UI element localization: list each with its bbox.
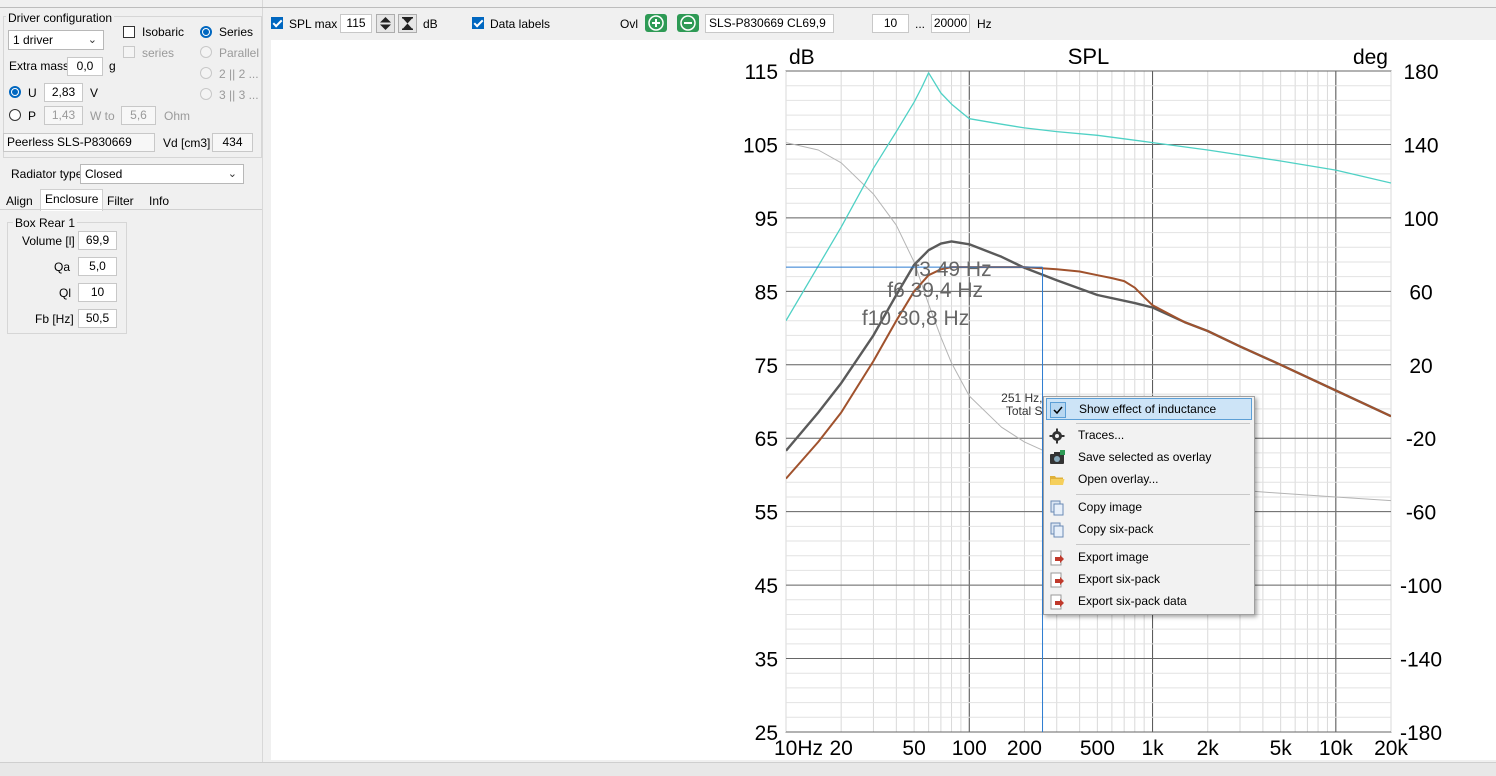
cutoff-annotation: f3 49 Hz — [913, 258, 991, 281]
y-right-tick-label: -60 — [1406, 502, 1436, 525]
menu-item-label: Save selected as overlay — [1078, 450, 1212, 464]
y-right-tick-label: 100 — [1403, 208, 1438, 231]
status-strip — [0, 762, 1496, 776]
y-left-tick-label: 55 — [755, 502, 778, 525]
y-right-axis-label: deg — [1353, 46, 1388, 69]
x-tick-label: 10Hz — [774, 737, 823, 760]
x-tick-label: 5k — [1270, 737, 1293, 760]
y-left-tick-label: 35 — [755, 649, 778, 672]
menu-item-label: Traces... — [1078, 428, 1125, 442]
x-tick-label: 500 — [1080, 737, 1115, 760]
menu-item-export-six-pack[interactable]: Export six-pack — [1046, 569, 1252, 591]
menu-item-label: Copy image — [1078, 500, 1143, 514]
cutoff-annotation: f10 30,8 Hz — [862, 307, 969, 330]
folder-icon — [1049, 472, 1065, 488]
checkmark-icon — [1050, 402, 1066, 418]
menu-item-label: Export six-pack — [1078, 572, 1161, 586]
y-left-tick-label: 75 — [755, 355, 778, 378]
y-right-tick-label: -100 — [1400, 575, 1442, 598]
menu-item-copy-image[interactable]: Copy image — [1046, 497, 1252, 519]
x-tick-label: 1k — [1141, 737, 1164, 760]
menu-item-label: Open overlay... — [1078, 472, 1159, 486]
x-tick-label: 100 — [952, 737, 987, 760]
copy-icon — [1049, 522, 1065, 538]
menu-separator — [1076, 494, 1250, 495]
x-tick-label: 200 — [1007, 737, 1042, 760]
context-menu: Show effect of inductance Traces... Save… — [1043, 396, 1255, 615]
spl-chart[interactable]: 2535455565758595105115-180-140-100-60-20… — [0, 0, 1496, 775]
export-icon — [1049, 550, 1065, 566]
menu-separator — [1076, 423, 1250, 424]
y-left-axis-label: dB — [789, 46, 815, 69]
y-left-tick-label: 95 — [755, 208, 778, 231]
chart-title: SPL — [1068, 44, 1110, 69]
menu-item-export-image[interactable]: Export image — [1046, 547, 1252, 569]
y-left-tick-label: 45 — [755, 575, 778, 598]
y-right-tick-label: 60 — [1409, 281, 1432, 304]
menu-item-label: Copy six-pack — [1078, 522, 1154, 536]
cursor-readout-label: 251 Hz, — [1001, 391, 1042, 405]
menu-item-show-inductance[interactable]: Show effect of inductance — [1046, 398, 1252, 420]
menu-separator — [1076, 544, 1250, 545]
y-right-tick-label: 140 — [1403, 134, 1438, 157]
cutoff-annotation: f6 39,4 Hz — [887, 279, 983, 302]
x-tick-label: 2k — [1197, 737, 1220, 760]
y-right-tick-label: -20 — [1406, 428, 1436, 451]
menu-item-open-overlay[interactable]: Open overlay... — [1046, 469, 1252, 491]
x-tick-label: 20k — [1374, 737, 1408, 760]
menu-item-label: Show effect of inductance — [1079, 402, 1217, 416]
y-left-tick-label: 105 — [743, 134, 778, 157]
export-icon — [1049, 572, 1065, 588]
menu-item-copy-six-pack[interactable]: Copy six-pack — [1046, 519, 1252, 541]
y-left-tick-label: 85 — [755, 281, 778, 304]
y-left-tick-label: 115 — [745, 61, 778, 84]
menu-item-export-six-pack-data[interactable]: Export six-pack data — [1046, 591, 1252, 613]
camera-icon — [1049, 450, 1065, 466]
export-icon — [1049, 594, 1065, 610]
menu-item-save-overlay[interactable]: Save selected as overlay — [1046, 447, 1252, 469]
y-right-tick-label: 180 — [1403, 61, 1438, 84]
menu-item-label: Export image — [1078, 550, 1149, 564]
y-left-tick-label: 65 — [755, 428, 778, 451]
x-tick-label: 10k — [1319, 737, 1353, 760]
cursor-readout-label: Total S — [1006, 404, 1043, 418]
x-tick-label: 50 — [902, 737, 925, 760]
copy-icon — [1049, 500, 1065, 516]
menu-item-traces[interactable]: Traces... — [1046, 425, 1252, 447]
gear-icon — [1049, 428, 1065, 444]
y-right-tick-label: -140 — [1400, 649, 1442, 672]
y-right-tick-label: 20 — [1409, 355, 1432, 378]
menu-item-label: Export six-pack data — [1078, 594, 1187, 608]
x-tick-label: 20 — [829, 737, 852, 760]
